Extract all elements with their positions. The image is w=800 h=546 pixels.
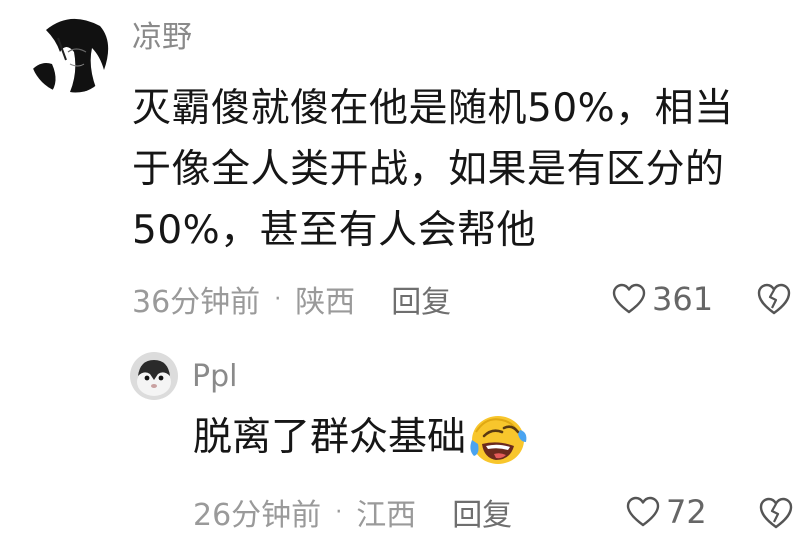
reply-button[interactable]: 回复	[452, 490, 512, 534]
comment-line: 灭霸傻就傻在他是随机50%，相当	[132, 86, 734, 131]
like-count: 72	[666, 493, 707, 531]
heart-icon	[612, 283, 646, 314]
replier-username[interactable]: Ppl	[192, 357, 237, 397]
reply-time: 26分钟前	[193, 498, 322, 533]
heart-icon	[626, 496, 660, 527]
separator-dot: ·	[274, 286, 282, 312]
like-button[interactable]: 72	[626, 492, 707, 532]
reply-text: 脱离了群众基础	[193, 415, 467, 460]
comment-body: 灭霸傻就傻在他是随机50%，相当 于像全人类开战，如果是有区分的 50%，甚至有…	[132, 78, 772, 261]
like-count: 361	[652, 280, 714, 318]
comment-line: 50%，甚至有人会帮他	[132, 208, 537, 253]
reply-meta: 26分钟前 · 江西 回复	[193, 490, 512, 534]
dislike-button[interactable]	[756, 282, 792, 316]
reply-body: 脱离了群众基础	[193, 410, 528, 466]
anime-character-avatar-icon	[30, 12, 112, 94]
dislike-button[interactable]	[758, 496, 794, 530]
replier-avatar[interactable]	[130, 352, 178, 400]
comment-meta: 36分钟前 · 陕西 回复	[132, 277, 451, 321]
comment-time: 36分钟前	[132, 285, 261, 320]
rolling-laughing-emoji-icon	[468, 410, 528, 466]
reply-location: 江西	[356, 498, 417, 533]
like-button[interactable]: 361	[612, 279, 713, 319]
reply-button[interactable]: 回复	[391, 277, 451, 321]
broken-heart-icon	[759, 497, 793, 529]
comment-line: 于像全人类开战，如果是有区分的	[132, 147, 725, 192]
comment-location: 陕西	[295, 285, 356, 320]
guinea-pig-avatar-icon	[130, 352, 178, 400]
commenter-username[interactable]: 凉野	[132, 18, 192, 58]
broken-heart-icon	[757, 283, 791, 315]
commenter-avatar[interactable]	[30, 12, 112, 94]
separator-dot: ·	[335, 499, 343, 525]
